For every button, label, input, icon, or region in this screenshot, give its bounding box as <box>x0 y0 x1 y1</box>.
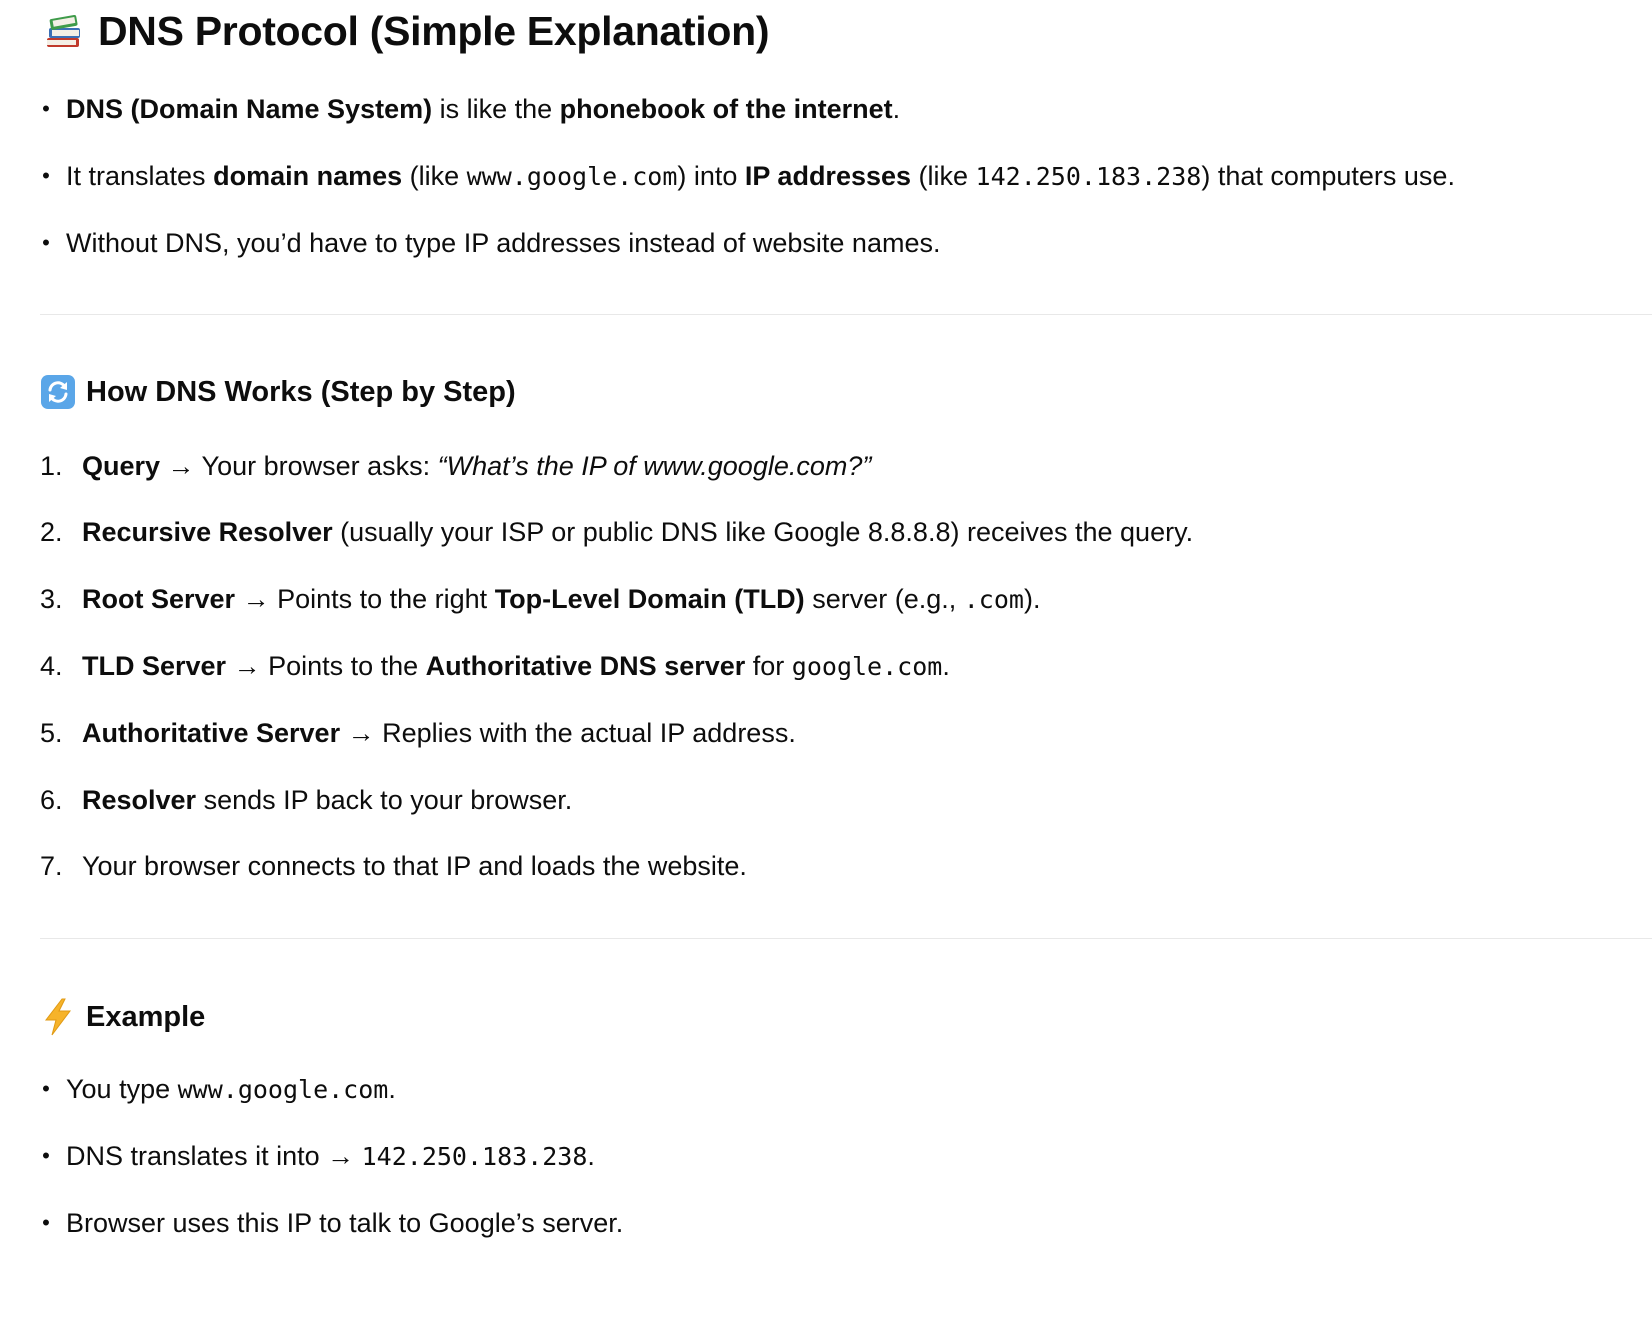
quoted-question: “What’s the IP of www.google.com?” <box>437 451 872 481</box>
divider <box>40 938 1652 939</box>
section-heading-text: How DNS Works (Step by Step) <box>86 375 516 408</box>
step-number: 7. <box>40 851 63 881</box>
step-term: Resolver <box>82 785 197 815</box>
inline-code: 142.250.183.238 <box>361 1142 588 1171</box>
page-title: DNS Protocol (Simple Explanation) <box>42 8 770 55</box>
bullet: • <box>42 163 50 188</box>
inline-code: .com <box>963 585 1024 614</box>
step-number: 4. <box>40 651 63 681</box>
inline-code: www.google.com <box>177 1075 389 1104</box>
refresh-arrows-icon <box>40 374 76 410</box>
step-term: TLD Server <box>82 651 227 681</box>
term-phonebook: phonebook of the internet <box>559 94 893 124</box>
step-term: Recursive Resolver <box>82 517 333 547</box>
lightning-bolt-icon <box>40 998 76 1036</box>
bullet: • <box>42 230 50 255</box>
section-heading-example: Example <box>40 998 205 1036</box>
books-icon <box>42 10 86 54</box>
term-authoritative: Authoritative DNS server <box>425 651 746 681</box>
inline-code: www.google.com <box>466 162 678 191</box>
bullet: • <box>42 1210 50 1235</box>
bullet: • <box>42 96 50 121</box>
bullet: • <box>42 1076 50 1101</box>
step-term: Root Server <box>82 584 236 614</box>
bullet: • <box>42 1143 50 1168</box>
term-ip-addresses: IP addresses <box>744 161 912 191</box>
step-term: Query <box>82 451 161 481</box>
step-number: 5. <box>40 718 63 748</box>
section-heading-how: How DNS Works (Step by Step) <box>40 374 516 410</box>
divider <box>40 314 1652 315</box>
term-tld: Top-Level Domain (TLD) <box>494 584 805 614</box>
step-number: 3. <box>40 584 63 614</box>
step-number: 2. <box>40 517 63 547</box>
inline-code: 142.250.183.238 <box>975 162 1202 191</box>
inline-code: google.com <box>791 652 943 681</box>
step-number: 1. <box>40 451 63 481</box>
page-title-text: DNS Protocol (Simple Explanation) <box>98 8 770 54</box>
term-domain-names: domain names <box>213 161 403 191</box>
term-dns: DNS (Domain Name System) <box>66 94 433 124</box>
step-term: Authoritative Server <box>82 718 341 748</box>
step-number: 6. <box>40 785 63 815</box>
section-heading-text: Example <box>86 1000 206 1033</box>
